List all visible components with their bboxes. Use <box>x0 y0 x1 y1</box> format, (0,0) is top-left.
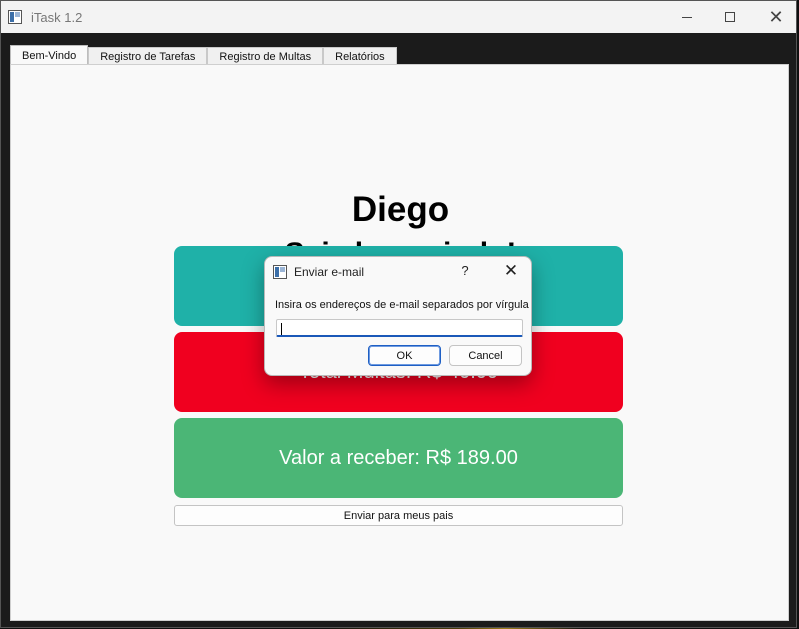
text-caret <box>281 323 282 335</box>
window-title: iTask 1.2 <box>31 10 83 25</box>
app-window-icon <box>8 10 22 24</box>
minimize-button[interactable] <box>664 1 710 33</box>
email-addresses-input[interactable] <box>276 319 523 337</box>
dialog-title: Enviar e-mail <box>294 265 365 279</box>
email-input-label: Insira os endereços de e-mail separados … <box>275 299 529 311</box>
amount-to-receive-card: Valor a receber: R$ 189.00 <box>174 418 623 498</box>
close-icon: ✕ <box>768 7 784 27</box>
user-name-heading: Diego <box>351 190 450 229</box>
maximize-icon <box>725 12 735 22</box>
dialog-app-icon <box>273 265 287 279</box>
cancel-button[interactable]: Cancel <box>449 345 522 366</box>
title-bar[interactable]: iTask 1.2 ✕ <box>1 1 796 33</box>
tab-bem-vindo[interactable]: Bem-Vindo <box>10 45 89 66</box>
maximize-button[interactable] <box>707 1 753 33</box>
minimize-icon <box>682 16 692 18</box>
send-to-parents-button[interactable]: Enviar para meus pais <box>174 505 623 526</box>
dialog-close-icon[interactable]: ✕ <box>502 261 520 281</box>
close-window-button[interactable]: ✕ <box>753 1 799 33</box>
amount-to-receive-text: Valor a receber: R$ 189.00 <box>279 446 518 469</box>
send-email-dialog: Enviar e-mail ? ✕ Insira os endereços de… <box>264 256 532 376</box>
ok-button[interactable]: OK <box>368 345 441 366</box>
tab-bar: Bem-Vindo Registro de Tarefas Registro d… <box>10 45 397 66</box>
help-icon[interactable]: ? <box>458 263 472 279</box>
